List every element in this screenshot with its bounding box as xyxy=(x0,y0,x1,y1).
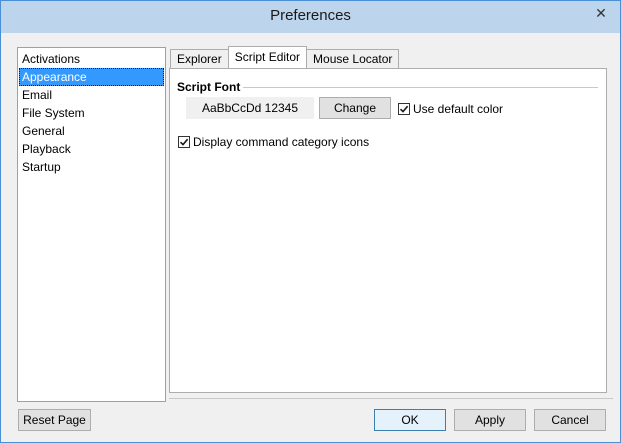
apply-button[interactable]: Apply xyxy=(454,409,526,431)
script-editor-panel: Script Font AaBbCcDd 12345 Change Use de… xyxy=(169,68,607,393)
page-item-general[interactable]: General xyxy=(19,122,164,140)
checkmark-icon xyxy=(399,105,409,113)
close-icon: ✕ xyxy=(595,4,607,21)
preferences-window: Preferences ✕ Activations Appearance Ema… xyxy=(0,0,621,443)
use-default-color-label: Use default color xyxy=(413,102,504,116)
font-sample-preview: AaBbCcDd 12345 xyxy=(186,97,314,119)
ok-button[interactable]: OK xyxy=(374,409,446,431)
close-button[interactable]: ✕ xyxy=(586,3,616,23)
display-icons-row[interactable]: Display command category icons xyxy=(178,135,369,149)
reset-page-button[interactable]: Reset Page xyxy=(18,409,91,431)
group-divider xyxy=(243,87,598,88)
page-list[interactable]: Activations Appearance Email File System… xyxy=(17,47,166,402)
footer-divider xyxy=(169,398,613,399)
tab-strip: Explorer Script Editor Mouse Locator xyxy=(170,46,400,68)
tab-script-editor[interactable]: Script Editor xyxy=(227,46,308,68)
page-item-startup[interactable]: Startup xyxy=(19,158,164,176)
change-font-button[interactable]: Change xyxy=(319,97,391,119)
checkmark-icon xyxy=(179,138,189,146)
page-item-appearance[interactable]: Appearance xyxy=(19,68,164,86)
tab-explorer[interactable]: Explorer xyxy=(170,49,229,68)
script-font-group-label: Script Font xyxy=(177,80,241,94)
cancel-button[interactable]: Cancel xyxy=(534,409,606,431)
use-default-color-row[interactable]: Use default color xyxy=(398,102,503,116)
title-bar[interactable]: Preferences ✕ xyxy=(1,1,620,33)
page-item-playback[interactable]: Playback xyxy=(19,140,164,158)
page-item-email[interactable]: Email xyxy=(19,86,164,104)
window-title: Preferences xyxy=(270,7,351,24)
dialog-client: Activations Appearance Email File System… xyxy=(8,33,613,435)
tab-mouse-locator[interactable]: Mouse Locator xyxy=(306,49,400,68)
page-item-activations[interactable]: Activations xyxy=(19,50,164,68)
display-icons-checkbox[interactable] xyxy=(178,136,190,148)
use-default-color-checkbox[interactable] xyxy=(398,103,410,115)
display-icons-label: Display command category icons xyxy=(193,135,370,149)
page-item-file-system[interactable]: File System xyxy=(19,104,164,122)
